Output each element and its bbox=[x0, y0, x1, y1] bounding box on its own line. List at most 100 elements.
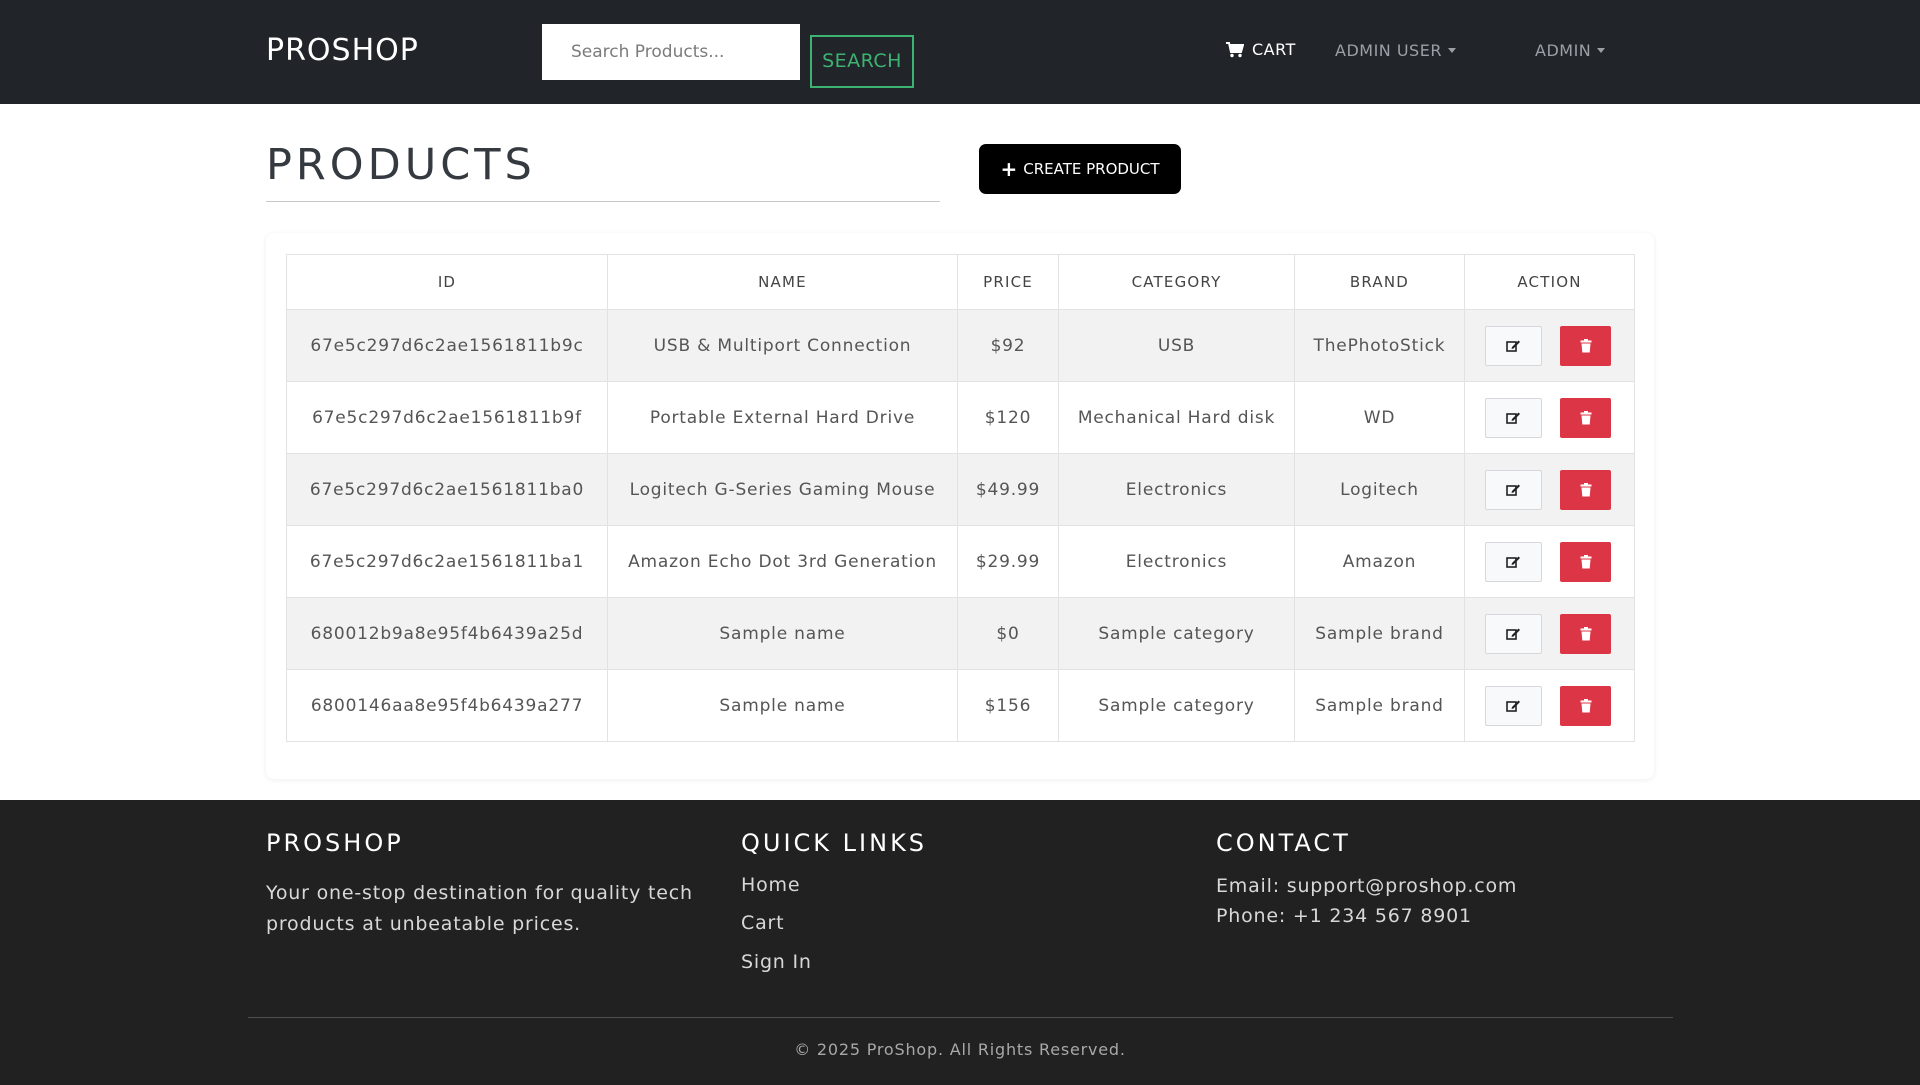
column-header-name: NAME bbox=[607, 254, 958, 310]
edit-product-button[interactable] bbox=[1485, 470, 1542, 510]
chevron-down-icon bbox=[1447, 48, 1456, 53]
edit-product-button[interactable] bbox=[1485, 542, 1542, 582]
cell-action bbox=[1464, 597, 1635, 670]
cell-category: Mechanical Hard disk bbox=[1058, 381, 1295, 454]
cell-price: $92 bbox=[957, 309, 1059, 382]
cell-brand: Sample brand bbox=[1294, 597, 1465, 670]
cell-price: $29.99 bbox=[957, 525, 1059, 598]
cell-id: 680012b9a8e95f4b6439a25d bbox=[286, 597, 608, 670]
create-product-button[interactable]: + CREATE PRODUCT bbox=[979, 144, 1181, 194]
cell-name: USB & Multiport Connection bbox=[607, 309, 958, 382]
delete-product-button[interactable] bbox=[1560, 326, 1611, 366]
user-menu-dropdown[interactable]: ADMIN USER bbox=[1335, 41, 1456, 60]
cart-icon bbox=[1226, 41, 1244, 57]
cell-name: Logitech G-Series Gaming Mouse bbox=[607, 453, 958, 526]
column-header-id: ID bbox=[286, 254, 608, 310]
products-table-body: 67e5c297d6c2ae1561811b9c USB & Multiport … bbox=[286, 309, 1635, 742]
footer-link-sign-in[interactable]: Sign In bbox=[741, 947, 812, 978]
trash-icon bbox=[1580, 483, 1592, 497]
admin-menu-dropdown[interactable]: ADMIN bbox=[1535, 41, 1606, 60]
table-row: 67e5c297d6c2ae1561811b9c USB & Multiport … bbox=[286, 309, 1635, 382]
footer-about-text: Your one-stop destination for quality te… bbox=[266, 878, 693, 940]
cell-category: USB bbox=[1058, 309, 1295, 382]
admin-menu-label: ADMIN bbox=[1535, 41, 1592, 60]
table-row: 67e5c297d6c2ae1561811ba1 Amazon Echo Dot … bbox=[286, 525, 1635, 598]
edit-product-button[interactable] bbox=[1485, 686, 1542, 726]
cell-name: Sample name bbox=[607, 597, 958, 670]
products-table: ID NAME PRICE CATEGORY BRAND ACTION 67e5… bbox=[286, 254, 1635, 742]
delete-product-button[interactable] bbox=[1560, 686, 1611, 726]
cell-id: 67e5c297d6c2ae1561811ba1 bbox=[286, 525, 608, 598]
cell-name: Amazon Echo Dot 3rd Generation bbox=[607, 525, 958, 598]
edit-product-button[interactable] bbox=[1485, 326, 1542, 366]
cell-id: 67e5c297d6c2ae1561811b9c bbox=[286, 309, 608, 382]
cell-brand: ThePhotoStick bbox=[1294, 309, 1465, 382]
search-input[interactable] bbox=[542, 24, 800, 80]
table-row: 6800146aa8e95f4b6439a277 Sample name $156 S… bbox=[286, 669, 1635, 742]
cell-action bbox=[1464, 525, 1635, 598]
footer-contact-phone: Phone: +1 234 567 8901 bbox=[1216, 905, 1472, 927]
nav-cart-label: CART bbox=[1252, 40, 1296, 59]
navbar: PROSHOP SEARCH CART ADMIN USER ADMIN bbox=[0, 0, 1920, 104]
table-row: 680012b9a8e95f4b6439a25d Sample name $0 Sam… bbox=[286, 597, 1635, 670]
nav-cart-link[interactable]: CART bbox=[1226, 40, 1296, 59]
trash-icon bbox=[1580, 699, 1592, 713]
cell-id: 67e5c297d6c2ae1561811b9f bbox=[286, 381, 608, 454]
footer-about-line-1: Your one-stop destination for quality te… bbox=[266, 882, 693, 904]
table-row: 67e5c297d6c2ae1561811ba0 Logitech G-Serie… bbox=[286, 453, 1635, 526]
chevron-down-icon bbox=[1597, 48, 1606, 53]
edit-product-button[interactable] bbox=[1485, 614, 1542, 654]
edit-icon bbox=[1506, 339, 1521, 353]
cell-price: $120 bbox=[957, 381, 1059, 454]
edit-icon bbox=[1506, 483, 1521, 497]
footer-divider bbox=[248, 1017, 1673, 1018]
trash-icon bbox=[1580, 411, 1592, 425]
footer-link-cart[interactable]: Cart bbox=[741, 908, 784, 939]
cell-category: Sample category bbox=[1058, 669, 1295, 742]
trash-icon bbox=[1580, 339, 1592, 353]
column-header-category: CATEGORY bbox=[1058, 254, 1295, 310]
column-header-action: ACTION bbox=[1464, 254, 1635, 310]
edit-icon bbox=[1506, 699, 1521, 713]
cell-action bbox=[1464, 453, 1635, 526]
cell-price: $0 bbox=[957, 597, 1059, 670]
table-header-row: ID NAME PRICE CATEGORY BRAND ACTION bbox=[286, 254, 1635, 310]
delete-product-button[interactable] bbox=[1560, 542, 1611, 582]
cell-category: Sample category bbox=[1058, 597, 1295, 670]
brand-logo[interactable]: PROSHOP bbox=[266, 33, 419, 68]
footer-about-line-2: products at unbeatable prices. bbox=[266, 913, 582, 935]
delete-product-button[interactable] bbox=[1560, 470, 1611, 510]
plus-icon: + bbox=[1000, 157, 1018, 181]
footer-links-title: QUICK LINKS bbox=[741, 829, 928, 857]
search-button[interactable]: SEARCH bbox=[810, 35, 914, 88]
user-menu-label: ADMIN USER bbox=[1335, 41, 1442, 60]
edit-icon bbox=[1506, 555, 1521, 569]
cell-brand: Logitech bbox=[1294, 453, 1465, 526]
table-row: 67e5c297d6c2ae1561811b9f Portable Externa… bbox=[286, 381, 1635, 454]
cell-id: 67e5c297d6c2ae1561811ba0 bbox=[286, 453, 608, 526]
cell-price: $49.99 bbox=[957, 453, 1059, 526]
edit-icon bbox=[1506, 411, 1521, 425]
cell-brand: Sample brand bbox=[1294, 669, 1465, 742]
cell-name: Sample name bbox=[607, 669, 958, 742]
column-header-brand: BRAND bbox=[1294, 254, 1465, 310]
cell-category: Electronics bbox=[1058, 453, 1295, 526]
cell-action bbox=[1464, 669, 1635, 742]
title-divider bbox=[266, 201, 940, 202]
edit-product-button[interactable] bbox=[1485, 398, 1542, 438]
create-product-label: CREATE PRODUCT bbox=[1023, 160, 1160, 178]
delete-product-button[interactable] bbox=[1560, 614, 1611, 654]
edit-icon bbox=[1506, 627, 1521, 641]
footer-link-home[interactable]: Home bbox=[741, 870, 800, 901]
cell-category: Electronics bbox=[1058, 525, 1295, 598]
cell-action bbox=[1464, 309, 1635, 382]
delete-product-button[interactable] bbox=[1560, 398, 1611, 438]
cell-name: Portable External Hard Drive bbox=[607, 381, 958, 454]
cell-action bbox=[1464, 381, 1635, 454]
cell-brand: Amazon bbox=[1294, 525, 1465, 598]
trash-icon bbox=[1580, 555, 1592, 569]
cell-brand: WD bbox=[1294, 381, 1465, 454]
footer-contact-email: Email: support@proshop.com bbox=[1216, 875, 1518, 897]
page-title: PRODUCTS bbox=[266, 140, 536, 190]
footer-contact-title: CONTACT bbox=[1216, 829, 1351, 857]
